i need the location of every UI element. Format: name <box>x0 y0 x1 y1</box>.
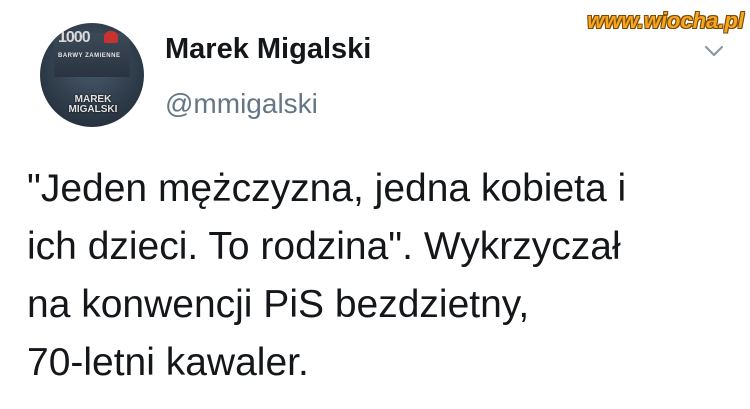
tweet-line: 70-letni kawaler. <box>27 341 309 384</box>
watermark: www.wiocha.pl <box>587 8 744 33</box>
tweet-line: ich dzieci. To rodzina". Wykrzyczał <box>27 225 621 268</box>
author-display-name[interactable]: Marek Migalski <box>165 33 371 66</box>
tweet-card: 1000 BARWY ZAMIENNE MAREK MIGALSKI Marek… <box>0 0 750 409</box>
author-handle[interactable]: @mmigalski <box>165 88 318 120</box>
tweet-line: na konwencji PiS bezdzietny, <box>27 283 530 326</box>
heart-icon <box>104 31 118 43</box>
avatar[interactable]: 1000 BARWY ZAMIENNE MAREK MIGALSKI <box>40 23 144 127</box>
tweet-text: "Jeden mężczyzna, jedna kobieta i ich dz… <box>27 160 737 392</box>
chevron-down-icon[interactable] <box>704 44 724 58</box>
tweet-line: "Jeden mężczyzna, jedna kobieta i <box>27 167 627 210</box>
avatar-cover-number: 1000 <box>58 29 91 46</box>
avatar-cover-series: BARWY ZAMIENNE <box>58 53 121 59</box>
avatar-cover-author: MAREK MIGALSKI <box>68 94 118 115</box>
